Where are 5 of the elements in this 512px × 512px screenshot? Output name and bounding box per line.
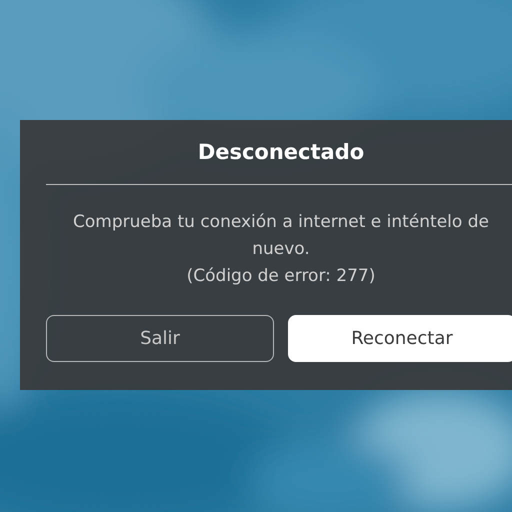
reconnect-button[interactable]: Reconectar [288, 315, 512, 362]
leave-button[interactable]: Salir [46, 315, 274, 362]
dialog-title: Desconectado [196, 139, 366, 166]
error-code: (Código de error: 277) [186, 266, 376, 286]
dialog-message: Comprueba tu conexión a internet e inténtelo de nuevo. [72, 211, 490, 261]
